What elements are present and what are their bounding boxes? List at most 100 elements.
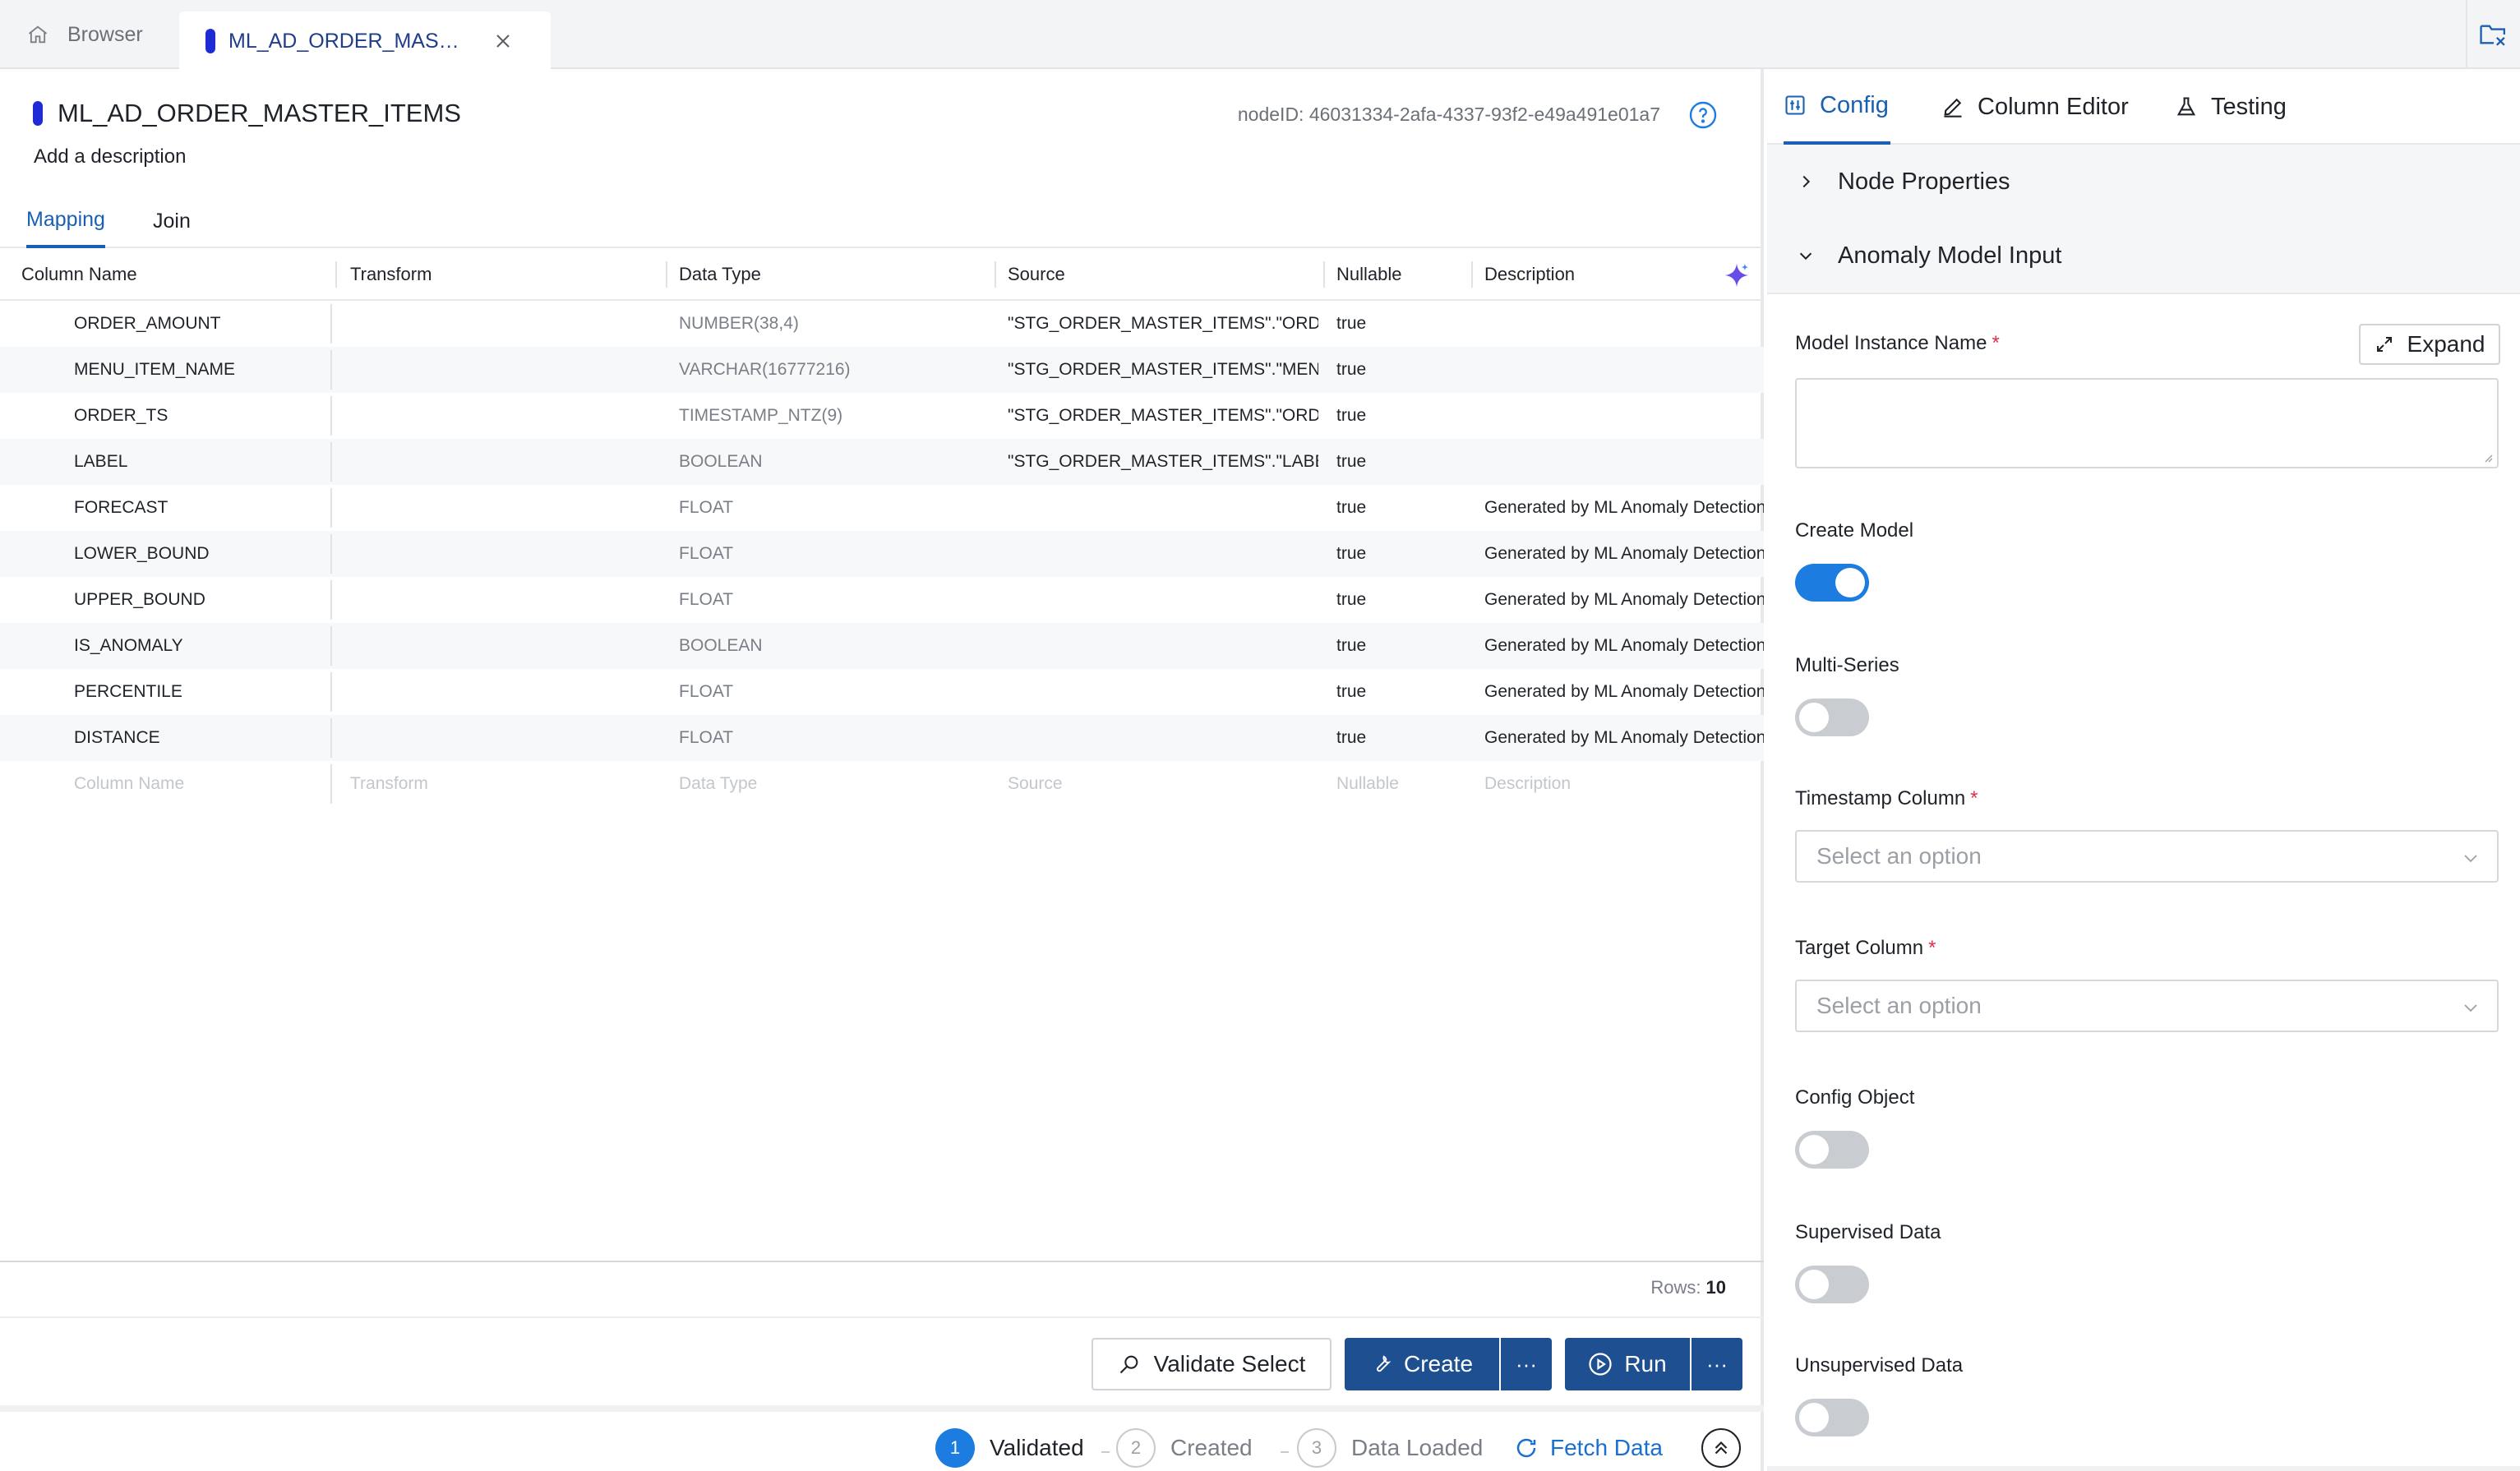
resize-grip-icon[interactable] xyxy=(2481,450,2494,463)
column-divider[interactable] xyxy=(1471,261,1473,288)
nullable-cell[interactable]: true xyxy=(1336,347,1460,393)
transform-cell[interactable] xyxy=(350,485,654,531)
table-row[interactable]: DISTANCE FLOAT true Generated by ML Anomaly… xyxy=(0,715,1764,761)
source-cell[interactable] xyxy=(1008,669,1318,715)
table-row[interactable]: PERCENTILE FLOAT true Generated by ML Anoma… xyxy=(0,669,1764,715)
table-row[interactable]: FORECAST FLOAT true Generated by ML Anomaly… xyxy=(0,485,1764,531)
new-data-type-cell[interactable]: Data Type xyxy=(679,761,983,807)
column-name-cell[interactable]: MENU_ITEM_NAME xyxy=(74,347,321,393)
nullable-cell[interactable]: true xyxy=(1336,439,1460,485)
description-cell[interactable] xyxy=(1484,393,1764,439)
folder-close-button[interactable] xyxy=(2466,0,2520,69)
transform-cell[interactable] xyxy=(350,669,654,715)
transform-cell[interactable] xyxy=(350,439,654,485)
expand-button[interactable]: Expand xyxy=(2359,324,2500,365)
new-nullable-cell[interactable]: Nullable xyxy=(1336,761,1460,807)
source-cell[interactable]: "STG_ORDER_MASTER_ITEMS"."LABEL" xyxy=(1008,439,1318,485)
tab-browser[interactable]: Browser xyxy=(0,0,178,69)
new-source-cell[interactable]: Source xyxy=(1008,761,1318,807)
description-cell[interactable]: Generated by ML Anomaly Detection xyxy=(1484,623,1764,669)
source-cell[interactable]: "STG_ORDER_MASTER_ITEMS"."ORDER_TS" xyxy=(1008,393,1318,439)
nullable-cell[interactable]: true xyxy=(1336,393,1460,439)
header-source[interactable]: Source xyxy=(1008,248,1065,301)
transform-cell[interactable] xyxy=(350,347,654,393)
column-name-cell[interactable]: IS_ANOMALY xyxy=(74,623,321,669)
fetch-data-button[interactable]: Fetch Data xyxy=(1514,1428,1663,1468)
column-divider[interactable] xyxy=(1323,261,1325,288)
tab-node[interactable]: ML_AD_ORDER_MASTER_ITEMS xyxy=(179,12,551,71)
column-name-cell[interactable]: LABEL xyxy=(74,439,321,485)
nullable-cell[interactable]: true xyxy=(1336,669,1460,715)
source-cell[interactable] xyxy=(1008,715,1318,761)
table-row[interactable]: UPPER_BOUND FLOAT true Generated by ML Anom… xyxy=(0,577,1764,623)
header-column-name[interactable]: Column Name xyxy=(21,248,137,301)
column-name-cell[interactable]: FORECAST xyxy=(74,485,321,531)
transform-cell[interactable] xyxy=(350,715,654,761)
column-name-cell[interactable]: DISTANCE xyxy=(74,715,321,761)
header-data-type[interactable]: Data Type xyxy=(679,248,761,301)
description-cell[interactable]: Generated by ML Anomaly Detection xyxy=(1484,669,1764,715)
transform-cell[interactable] xyxy=(350,531,654,577)
table-row[interactable]: MENU_ITEM_NAME VARCHAR(16777216) "STG_ORDE… xyxy=(0,347,1764,393)
data-type-cell[interactable]: FLOAT xyxy=(679,669,983,715)
description-cell[interactable] xyxy=(1484,301,1764,347)
new-row[interactable]: Column Name Transform Data Type Source N… xyxy=(0,761,1764,807)
source-cell[interactable]: "STG_ORDER_MASTER_ITEMS"."ORDER_AMOUNT" xyxy=(1008,301,1318,347)
close-icon[interactable] xyxy=(493,31,513,51)
description-cell[interactable]: Generated by ML Anomaly Detection xyxy=(1484,577,1764,623)
nullable-cell[interactable]: true xyxy=(1336,485,1460,531)
help-icon[interactable] xyxy=(1688,100,1718,130)
validate-select-button[interactable]: Validate Select xyxy=(1092,1338,1332,1390)
description-cell[interactable]: Generated by ML Anomaly Detection xyxy=(1484,485,1764,531)
create-more-button[interactable]: ··· xyxy=(1501,1338,1552,1390)
nullable-cell[interactable]: true xyxy=(1336,623,1460,669)
create-button[interactable]: Create xyxy=(1345,1338,1499,1390)
supervised-data-toggle[interactable] xyxy=(1795,1266,1869,1303)
run-button[interactable]: Run xyxy=(1565,1338,1690,1390)
table-row[interactable]: LOWER_BOUND FLOAT true Generated by ML Anom… xyxy=(0,531,1764,577)
unsupervised-data-toggle[interactable] xyxy=(1795,1399,1869,1436)
tab-config[interactable]: Config xyxy=(1784,69,1890,145)
column-name-cell[interactable]: ORDER_AMOUNT xyxy=(74,301,321,347)
description-cell[interactable]: Generated by ML Anomaly Detection xyxy=(1484,715,1764,761)
header-description[interactable]: Description xyxy=(1484,248,1575,301)
data-type-cell[interactable]: FLOAT xyxy=(679,531,983,577)
data-type-cell[interactable]: FLOAT xyxy=(679,577,983,623)
column-name-cell[interactable]: PERCENTILE xyxy=(74,669,321,715)
column-divider[interactable] xyxy=(335,261,337,288)
new-column-name-cell[interactable]: Column Name xyxy=(74,761,321,807)
column-divider[interactable] xyxy=(666,261,667,288)
table-row[interactable]: LABEL BOOLEAN "STG_ORDER_MASTER_ITEMS"."LA… xyxy=(0,439,1764,485)
description-cell[interactable] xyxy=(1484,439,1764,485)
tab-testing[interactable]: Testing xyxy=(2175,69,2287,145)
run-more-button[interactable]: ··· xyxy=(1692,1338,1742,1390)
transform-cell[interactable] xyxy=(350,301,654,347)
new-transform-cell[interactable]: Transform xyxy=(350,761,654,807)
data-type-cell[interactable]: TIMESTAMP_NTZ(9) xyxy=(679,393,983,439)
new-description-cell[interactable]: Description xyxy=(1484,761,1764,807)
tab-join[interactable]: Join xyxy=(153,194,191,248)
source-cell[interactable] xyxy=(1008,577,1318,623)
multi-series-toggle[interactable] xyxy=(1795,699,1869,736)
column-name-cell[interactable]: LOWER_BOUND xyxy=(74,531,321,577)
transform-cell[interactable] xyxy=(350,393,654,439)
table-row[interactable]: ORDER_TS TIMESTAMP_NTZ(9) "STG_ORDER_MASTE… xyxy=(0,393,1764,439)
data-type-cell[interactable]: NUMBER(38,4) xyxy=(679,301,983,347)
data-type-cell[interactable]: VARCHAR(16777216) xyxy=(679,347,983,393)
create-model-toggle[interactable] xyxy=(1795,564,1869,602)
data-type-cell[interactable]: FLOAT xyxy=(679,485,983,531)
source-cell[interactable] xyxy=(1008,623,1318,669)
column-name-cell[interactable]: ORDER_TS xyxy=(74,393,321,439)
description-cell[interactable]: Generated by ML Anomaly Detection xyxy=(1484,531,1764,577)
tab-column-editor[interactable]: Column Editor xyxy=(1941,69,2129,145)
transform-cell[interactable] xyxy=(350,623,654,669)
nullable-cell[interactable]: true xyxy=(1336,301,1460,347)
column-divider[interactable] xyxy=(995,261,996,288)
table-row[interactable]: ORDER_AMOUNT NUMBER(38,4) "STG_ORDER_MASTE… xyxy=(0,301,1764,347)
table-row[interactable]: IS_ANOMALY BOOLEAN true Generated by ML Ano… xyxy=(0,623,1764,669)
add-description-link[interactable]: Add a description xyxy=(34,145,186,168)
collapse-panel-button[interactable] xyxy=(1701,1428,1741,1468)
config-object-toggle[interactable] xyxy=(1795,1131,1869,1169)
timestamp-column-select[interactable]: Select an option xyxy=(1795,830,2499,883)
source-cell[interactable] xyxy=(1008,531,1318,577)
